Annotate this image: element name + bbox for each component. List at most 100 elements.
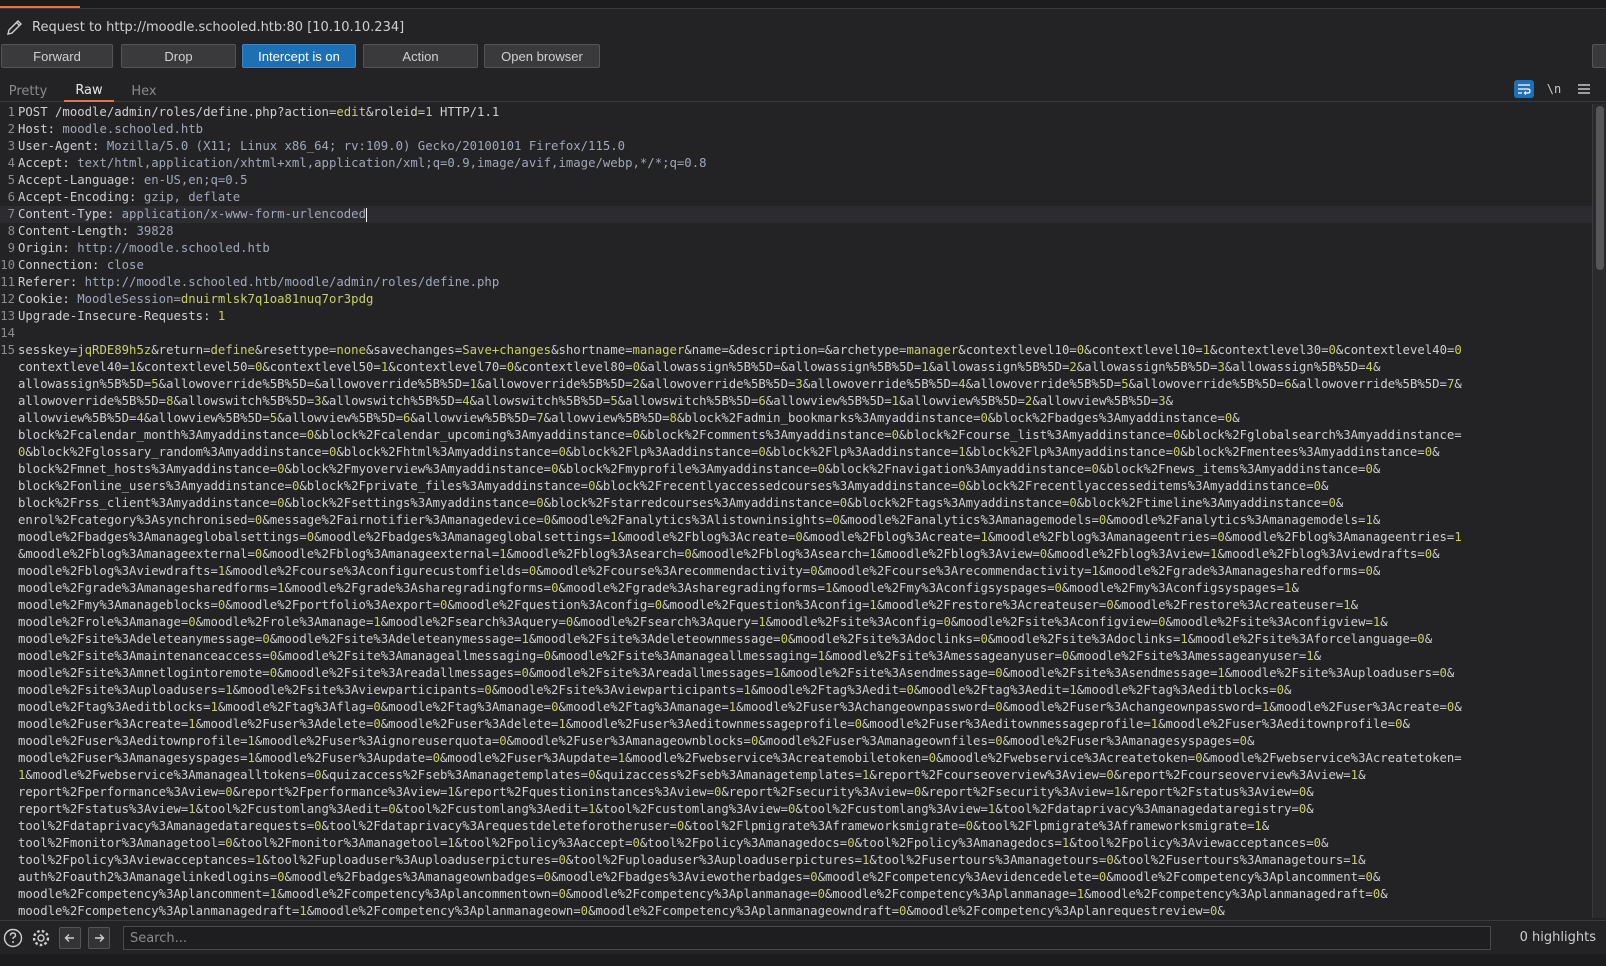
request-text: &name=&description=&archetype= — [684, 343, 907, 357]
param-value: 0 — [373, 700, 381, 714]
line-content: moodle%2Fuser%3Acreate=1&moodle%2Fuser%3… — [18, 716, 1592, 733]
open-browser-button[interactable]: Open browser — [484, 44, 600, 68]
tab-pretty[interactable]: Pretty — [6, 80, 50, 102]
request-text: tool%2Fdataprivacy%3Amanagedatarequests= — [18, 819, 315, 833]
pencil-icon[interactable] — [4, 16, 26, 38]
line-content: Connection: close — [18, 257, 1592, 274]
request-line: block%2Frss_client%3Amyaddinstance=0&blo… — [0, 495, 1592, 512]
param-value: 3 — [1158, 394, 1166, 408]
request-line: moodle%2Frole%3Amanage=0&moodle%2Frole%3… — [0, 614, 1592, 631]
request-text: &moodle%2Fuser%3Amanageownblocks= — [506, 734, 751, 748]
menu-icon[interactable] — [1574, 80, 1594, 98]
request-text: moodle%2Fcompetency%3Aplanmanagedraft= — [18, 904, 300, 918]
tab-raw[interactable]: Raw — [64, 80, 114, 102]
request-text: &block%2Fnavigation%3Amyaddinstance= — [825, 462, 1092, 476]
overflow-button[interactable] — [1592, 44, 1606, 68]
param-value: 1 — [869, 547, 877, 561]
param-value: 1 — [617, 751, 626, 765]
request-line: report%2Fperformance%3Aview=0&report%2Fp… — [0, 784, 1592, 801]
param-value: dnuirmlsk7q1oa81nuq7or3pdg — [180, 292, 374, 306]
request-text: &moodle%2Fblog%3Acreate= — [802, 530, 981, 544]
param-value: 0 — [1328, 343, 1336, 357]
header-value: en-US,en;q=0.5 — [143, 173, 248, 187]
line-content: tool%2Fpolicy%3Aviewacceptances= 1&tool%2… — [18, 852, 1592, 869]
line-content: &moodle%2Fblog%3Amanageexternal= 0&moodle… — [18, 546, 1592, 563]
header-value: 39828 — [136, 224, 174, 238]
line-content: allowassign%5B%5D=5&allowoverride%5B%5D=… — [18, 376, 1592, 393]
param-value: 1 — [299, 904, 307, 918]
param-value: 1 — [1076, 887, 1085, 901]
param-value: 0 — [1106, 768, 1114, 782]
request-text: moodle%2Fuser%3Aeditownprofile= — [18, 734, 248, 748]
request-line: 12 Cookie: MoodleSession=dnuirmlsk7q1oa81… — [0, 291, 1592, 308]
request-text: &moodle%2Fsite%3Asendmessage= — [780, 666, 996, 680]
request-text: &moodle%2Fsite%3Asendmessage= — [1002, 666, 1218, 680]
help-icon[interactable] — [2, 927, 24, 949]
forward-button[interactable]: Forward — [1, 44, 113, 68]
line-number — [0, 869, 18, 886]
editor-vertical-scrollbar[interactable] — [1592, 104, 1606, 918]
search-input[interactable] — [123, 926, 1491, 950]
request-text: &block%2Fmyoverview%3Amyaddinstance= — [284, 462, 552, 476]
param-value: 0 — [632, 836, 640, 850]
param-value: 1 — [188, 802, 196, 816]
request-text: & — [1232, 411, 1240, 425]
line-content: moodle%2Fsite%3Auploadusers=1&moodle%2Fs… — [18, 682, 1592, 699]
request-text: block%2Fcalendar_month%3Amyaddinstance= — [18, 428, 307, 442]
request-text: &moodle%2Fgrade%3Amanagesharedforms= — [1098, 564, 1366, 578]
request-text: &allowoverride%5B%5D= — [477, 377, 633, 391]
request-text: &moodle%2Fblog%3Aview= — [876, 547, 1040, 561]
request-text: POST /moodle/admin/roles/define.php?acti… — [18, 105, 337, 119]
message-view-tabs: Pretty Raw Hex \n — [0, 78, 1606, 102]
param-value: none — [336, 343, 366, 357]
raw-request-editor[interactable]: 1 POST /moodle/admin/roles/define.php?act… — [0, 104, 1592, 918]
search-previous-button[interactable] — [59, 927, 81, 949]
tab-hex[interactable]: Hex — [124, 80, 164, 102]
request-text: &moodle%2Fcompetency%3Aevidencedelete= — [817, 870, 1099, 884]
scrollbar-thumb[interactable] — [1596, 106, 1604, 270]
intercept-toggle-button[interactable]: Intercept is on — [242, 44, 356, 68]
request-line: 10 Connection: close — [0, 257, 1592, 274]
request-text: &moodle%2Fsite%3Adoclinks= — [787, 632, 981, 646]
line-content: 0&block%2Fglossary_random%3Amyaddinstanc… — [18, 444, 1592, 461]
request-text: &moodle%2Fcompetency%3Aplanmanagedraft= — [1084, 887, 1373, 901]
request-text: &tool%2Fpolicy%3Aviewacceptances= — [1069, 836, 1314, 850]
request-text: Accept: — [18, 156, 78, 170]
request-line: moodle%2Fsite%3Auploadusers=1&moodle%2Fs… — [0, 682, 1592, 699]
request-text: allowassign%5B%5D= — [18, 377, 152, 391]
request-text: moodle%2Fmy%3Amanageblocks= — [18, 598, 218, 612]
request-text: &moodle%2Fsite%3Aforcelanguage= — [1187, 632, 1418, 646]
param-value: 0 — [543, 870, 552, 884]
request-text: & — [1165, 394, 1173, 408]
request-text: &moodle%2Fsite%3Aconfigview= — [950, 615, 1159, 629]
request-line: allowoverride%5B%5D=8&allowswitch%5B%5D=… — [0, 393, 1592, 410]
param-value: 1 — [1454, 530, 1462, 544]
newline-toggle-icon[interactable]: \n — [1544, 80, 1564, 98]
request-text: &moodle%2Fsearch%3Aquery= — [380, 615, 566, 629]
param-value: 0 — [1313, 479, 1322, 493]
param-value: 0 — [388, 802, 396, 816]
search-next-button[interactable] — [88, 927, 110, 949]
request-text: Upgrade-Insecure-Requests: — [18, 309, 218, 323]
request-text: &moodle%2Fanalytics%3Alistowninsights= — [551, 513, 833, 527]
settings-gear-icon[interactable] — [30, 927, 52, 949]
param-value: 0 — [558, 445, 566, 459]
line-number: 15 — [0, 343, 15, 357]
drop-button[interactable]: Drop — [121, 44, 236, 68]
line-content: User-Agent: Mozilla/5.0 (X11; Linux x86_… — [18, 138, 1592, 155]
action-button[interactable]: Action — [363, 44, 478, 68]
line-content: moodle%2Ftag%3Aeditblocks=1&moodle%2Ftag… — [18, 699, 1592, 716]
request-text: &allowassign%5B%5D= — [928, 360, 1070, 374]
request-text: &moodle%2Fuser%3Aeditownprofile= — [1158, 717, 1396, 731]
param-value: 7 — [536, 411, 544, 425]
wrap-lines-icon[interactable] — [1514, 80, 1534, 98]
param-value: 4 — [462, 394, 470, 408]
request-text: &moodle%2Frestore%3Acreateuser= — [1113, 598, 1344, 612]
param-value: 0 — [980, 632, 988, 646]
line-number: 4 — [7, 156, 15, 170]
text-caret — [365, 207, 367, 222]
request-text: &moodle%2Fsite%3Adoclinks= — [987, 632, 1181, 646]
header-value: close — [106, 258, 144, 272]
request-text: moodle%2Fblog%3Aviewdrafts= — [18, 564, 218, 578]
request-text: &block%2Frecentlyaccesseditems%3Amyaddin… — [965, 479, 1314, 493]
